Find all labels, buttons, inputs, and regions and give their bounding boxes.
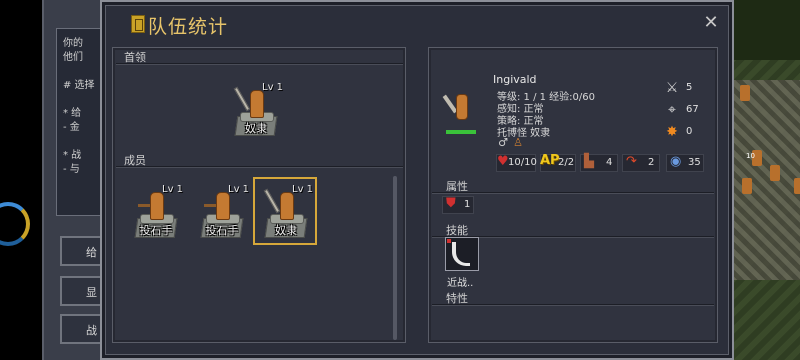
figure-icon: ♙ xyxy=(513,136,523,149)
unit-sprite xyxy=(280,192,294,220)
skill-name: 近战.. xyxy=(447,278,474,289)
member-unit-3[interactable]: Lv 1 奴隶 xyxy=(258,184,314,242)
damage-value: 0 xyxy=(686,126,693,137)
claw-icon xyxy=(452,242,470,266)
unit-portrait xyxy=(438,72,488,138)
portrait-sprite xyxy=(456,94,468,120)
member-unit-2[interactable]: Lv 1 投石手 xyxy=(194,184,250,242)
unit-name: 奴隶 xyxy=(275,224,297,237)
map-unit-label: 10 xyxy=(746,152,755,160)
male-icon: ♂ xyxy=(498,136,508,149)
dialog-title: 队伍统计 xyxy=(148,16,229,38)
unit-sprite xyxy=(216,192,230,220)
map-unit[interactable] xyxy=(794,178,800,194)
unit-name: 奴隶 xyxy=(245,122,267,135)
hp-value: 10/10 xyxy=(508,157,537,168)
damage-stat: ✸ 0 xyxy=(662,122,702,142)
game-map-tiles xyxy=(730,80,800,280)
resist-value: 35 xyxy=(688,157,701,168)
unit-level: Lv 1 xyxy=(162,184,184,195)
arc-icon: ↷ xyxy=(626,154,637,169)
attack-stat: ⚔ 5 xyxy=(662,78,702,98)
skill-melee[interactable] xyxy=(445,237,479,271)
range-value: 2 xyxy=(648,157,655,168)
attributes-divider xyxy=(432,192,714,194)
unit-name: 投石手 xyxy=(139,224,173,237)
hp-bar xyxy=(446,130,476,134)
leader-unit[interactable]: Lv 1 奴隶 xyxy=(228,82,284,140)
attack-value: 5 xyxy=(686,82,693,93)
members-divider xyxy=(116,166,403,168)
burst-icon: ✸ xyxy=(666,124,678,140)
leader-divider xyxy=(116,63,403,65)
ap-value: 2/2 xyxy=(558,157,575,168)
skill-mark xyxy=(447,239,451,243)
sword-icon xyxy=(233,86,251,112)
member-unit-1[interactable]: Lv 1 投石手 xyxy=(128,184,184,242)
unit-level: Lv 1 xyxy=(228,184,250,195)
unit-sprite xyxy=(150,192,164,220)
sword-icon xyxy=(263,188,281,214)
unit-level: Lv 1 xyxy=(292,184,314,195)
orb-icon: ◉ xyxy=(670,154,682,169)
accuracy-stat: ⌖ 67 xyxy=(662,100,702,120)
members-scrollbar[interactable] xyxy=(393,176,397,340)
shield-icon: ⛊ xyxy=(446,196,456,211)
crosshair-icon: ⌖ xyxy=(668,102,676,118)
map-unit[interactable] xyxy=(740,85,750,101)
map-unit[interactable] xyxy=(742,178,752,194)
traits-divider xyxy=(432,304,714,306)
close-button[interactable]: ✕ xyxy=(702,14,720,32)
boot-icon: ▙ xyxy=(584,154,594,169)
heart-icon: ♥ xyxy=(497,154,509,169)
accuracy-value: 67 xyxy=(686,104,699,115)
unit-sprite xyxy=(250,90,264,118)
sword-icon: ⚔ xyxy=(665,80,679,96)
unit-name: 投石手 xyxy=(205,224,239,237)
move-value: 4 xyxy=(606,157,613,168)
ap-label: AP xyxy=(540,153,560,168)
unit-level: Lv 1 xyxy=(262,82,284,93)
attribute-value: 1 xyxy=(464,199,471,210)
scroll-icon xyxy=(131,15,145,33)
map-unit[interactable] xyxy=(770,165,780,181)
unit-name: Ingivald xyxy=(493,73,537,86)
